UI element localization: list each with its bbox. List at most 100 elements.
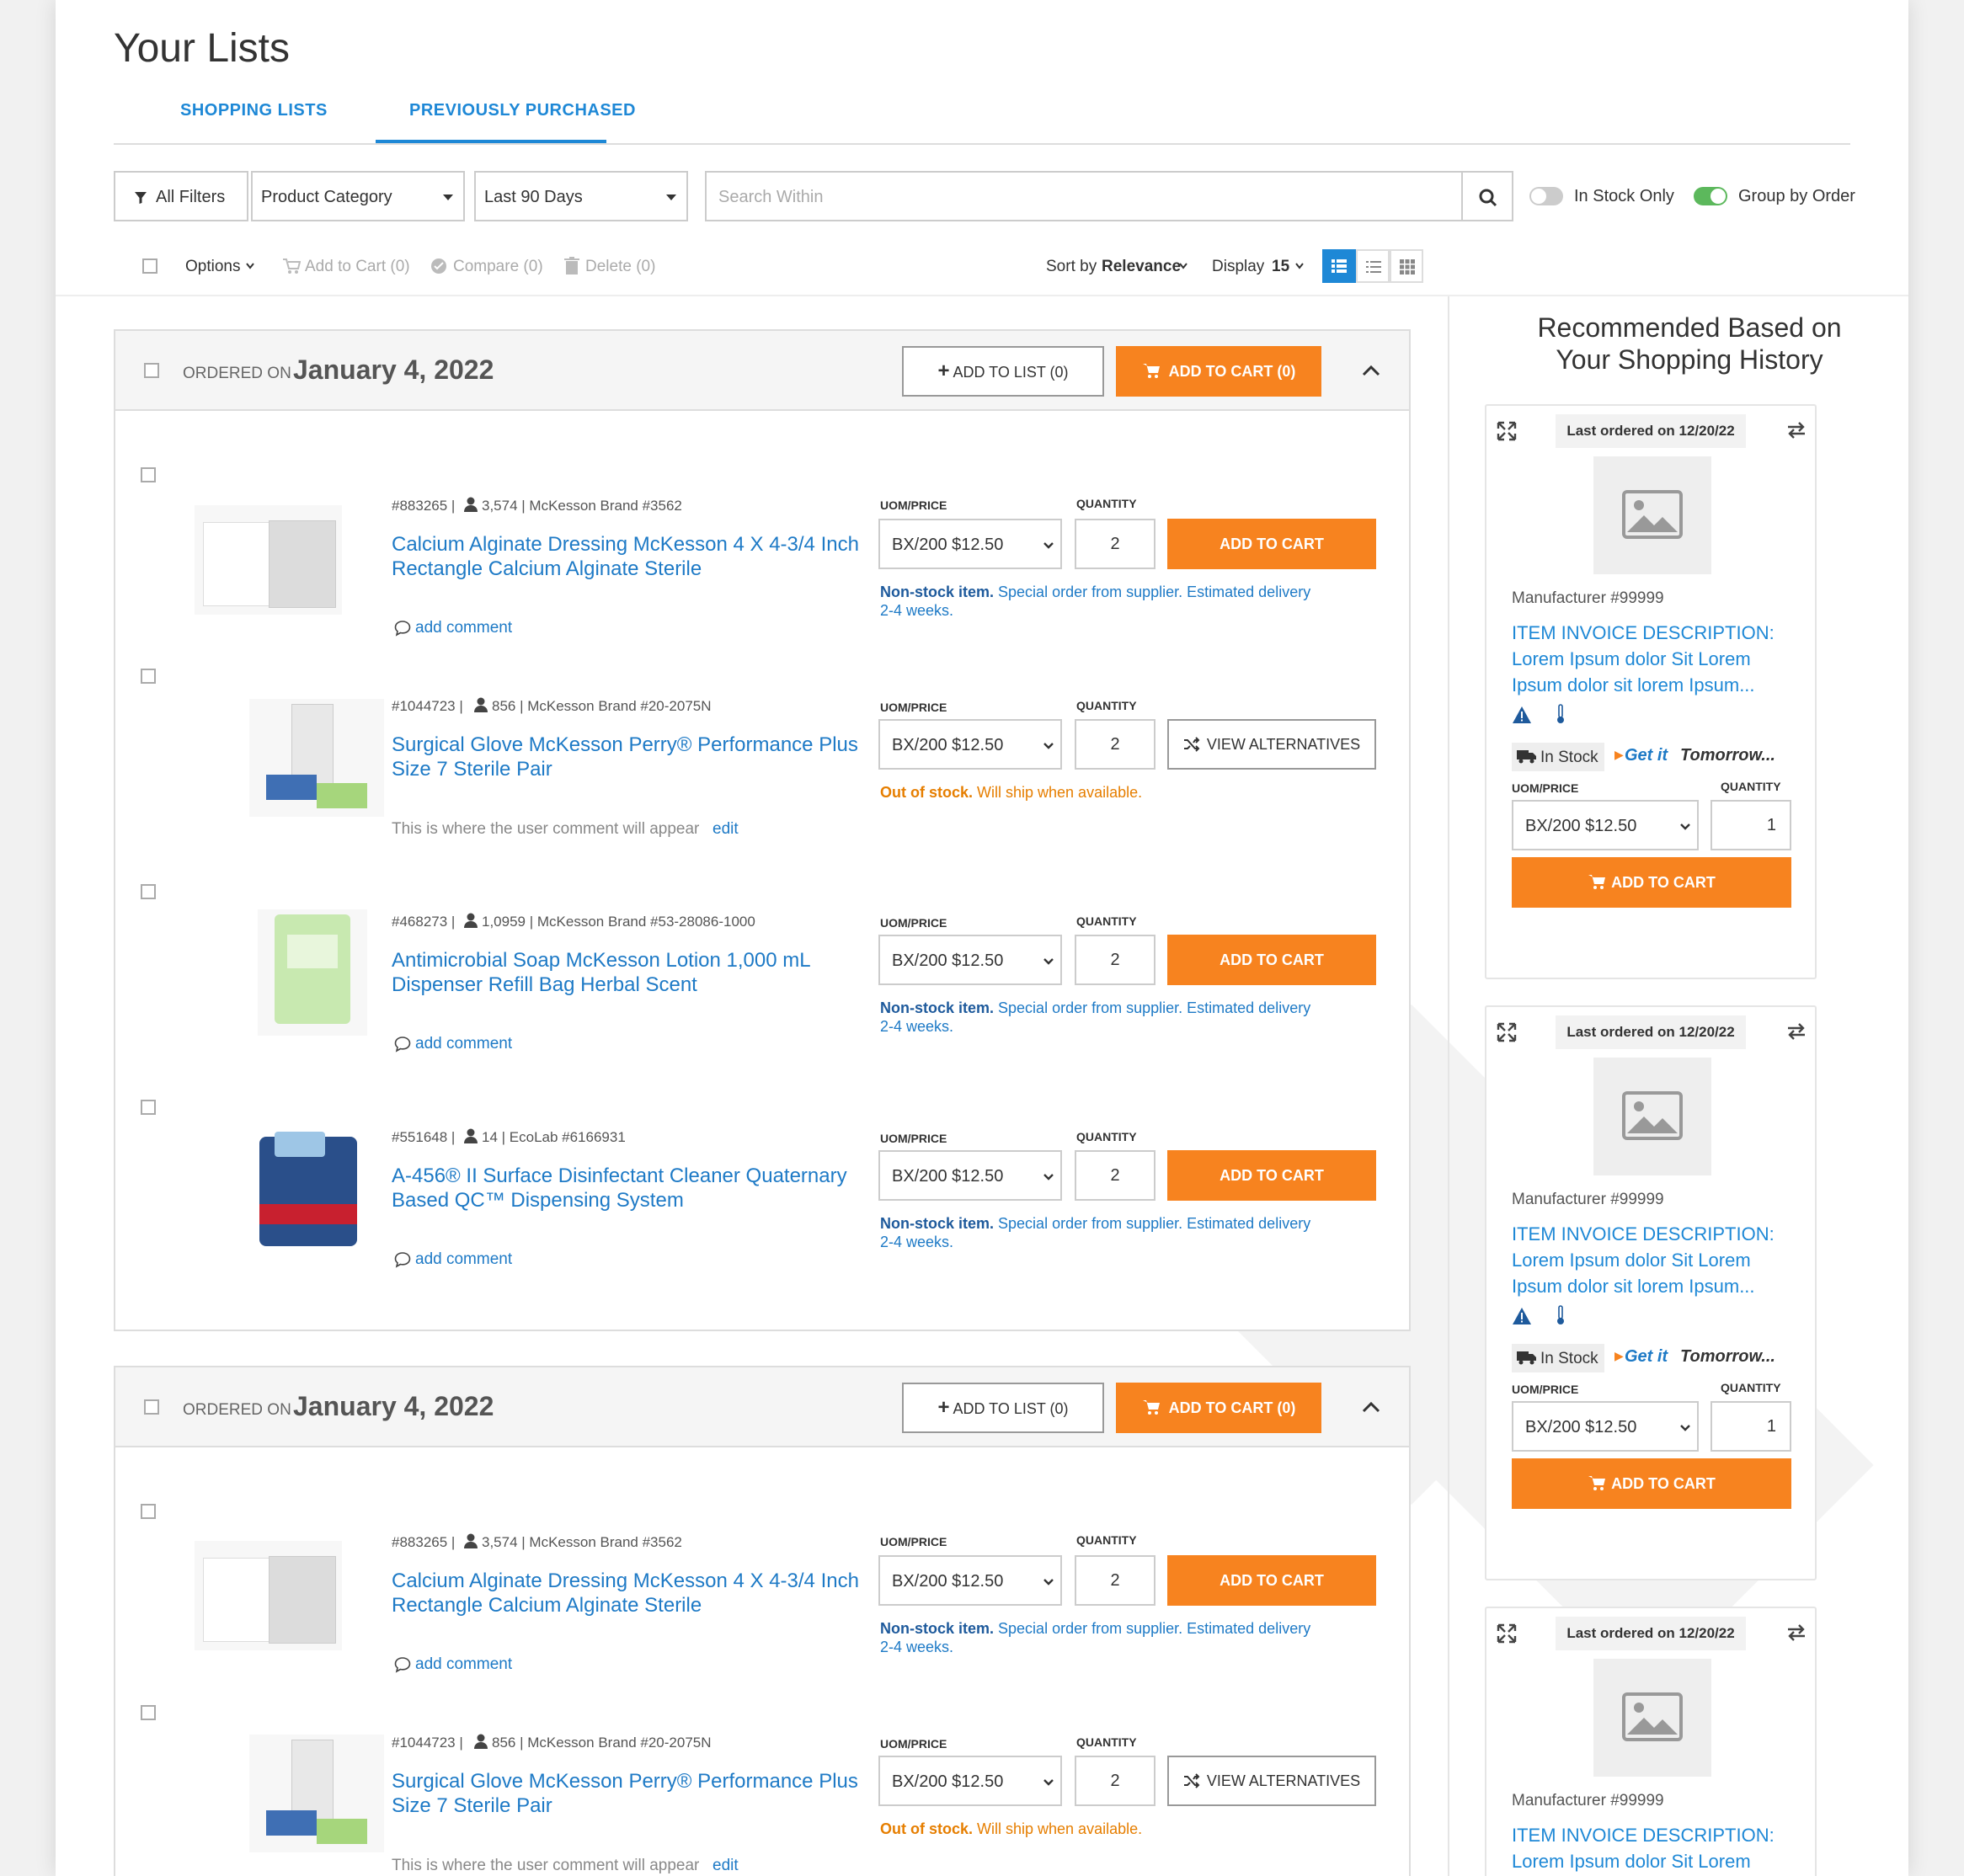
uom-select[interactable]: BX/200 $12.50 bbox=[878, 1555, 1062, 1606]
add-to-cart-button[interactable]: ADD TO CART bbox=[1512, 1458, 1791, 1509]
quantity-input[interactable]: 1 bbox=[1710, 1401, 1791, 1452]
product-image-placeholder[interactable] bbox=[1593, 456, 1711, 574]
item-checkbox[interactable] bbox=[141, 884, 156, 899]
quantity-input[interactable]: 1 bbox=[1710, 800, 1791, 850]
uom-select[interactable]: BX/200 $12.50 bbox=[878, 719, 1062, 770]
tab-previously-purchased[interactable]: PREVIOUSLY PURCHASED bbox=[409, 101, 636, 120]
item-invoice-description[interactable]: ITEM INVOICE DESCRIPTION: Lorem Ipsum do… bbox=[1512, 1822, 1775, 1874]
group-checkbox[interactable] bbox=[144, 363, 159, 378]
display-select[interactable]: 15 bbox=[1272, 258, 1289, 276]
swap-icon[interactable] bbox=[1786, 421, 1807, 440]
search-input[interactable]: Search Within bbox=[705, 171, 1466, 221]
uom-label: UOM/PRICE bbox=[880, 498, 947, 512]
product-name[interactable]: A-456® II Surface Disinfectant Cleaner Q… bbox=[392, 1164, 847, 1188]
add-comment-link[interactable]: add comment bbox=[415, 1655, 512, 1674]
quantity-input[interactable]: 2 bbox=[1075, 1150, 1155, 1201]
select-all-checkbox[interactable] bbox=[142, 258, 157, 274]
quantity-label: QUANTITY bbox=[1076, 497, 1137, 510]
uom-value: BX/200 $12.50 bbox=[1525, 817, 1637, 835]
group-add-to-cart-button[interactable]: ADD TO CART (0) bbox=[1116, 346, 1321, 397]
chevron-up-icon[interactable] bbox=[1362, 1401, 1380, 1413]
product-image-placeholder[interactable] bbox=[1593, 1659, 1711, 1777]
view-alternatives-button[interactable]: VIEW ALTERNATIVES bbox=[1167, 719, 1376, 770]
group-by-order-toggle[interactable] bbox=[1694, 187, 1727, 205]
quantity-input[interactable]: 2 bbox=[1075, 1756, 1155, 1806]
uom-select[interactable]: BX/200 $12.50 bbox=[878, 1756, 1062, 1806]
add-to-list-button[interactable]: + ADD TO LIST (0) bbox=[902, 346, 1104, 397]
quantity-label: QUANTITY bbox=[1076, 914, 1137, 928]
product-image-placeholder[interactable] bbox=[1593, 1058, 1711, 1175]
add-comment-link[interactable]: add comment bbox=[415, 1250, 512, 1269]
add-to-cart-button[interactable]: ADD TO CART bbox=[1167, 1555, 1376, 1606]
item-checkbox[interactable] bbox=[141, 1705, 156, 1720]
product-image[interactable] bbox=[249, 699, 384, 817]
product-image[interactable] bbox=[258, 909, 367, 1036]
product-name-line2[interactable]: Based QC™ Dispensing System bbox=[392, 1188, 684, 1212]
product-name[interactable]: Calcium Alginate Dressing McKesson 4 X 4… bbox=[392, 1569, 859, 1593]
edit-comment-link[interactable]: edit bbox=[712, 1857, 739, 1875]
expand-icon[interactable] bbox=[1497, 1623, 1517, 1644]
add-to-cart-button[interactable]: ADD TO CART bbox=[1512, 857, 1791, 908]
product-image[interactable] bbox=[249, 1735, 384, 1852]
date-range-select[interactable]: Last 90 Days bbox=[474, 171, 688, 221]
uom-select[interactable]: BX/200 $12.50 bbox=[1512, 1401, 1699, 1452]
product-name-line2[interactable]: Rectangle Calcium Alginate Sterile bbox=[392, 1593, 702, 1618]
add-to-cart-button[interactable]: ADD TO CART bbox=[1167, 935, 1376, 985]
expand-icon[interactable] bbox=[1497, 421, 1517, 441]
quantity-input[interactable]: 2 bbox=[1075, 719, 1155, 770]
quantity-input[interactable]: 2 bbox=[1075, 519, 1155, 569]
chevron-down-icon bbox=[1043, 1579, 1054, 1586]
item-checkbox[interactable] bbox=[141, 669, 156, 684]
add-comment-link[interactable]: add comment bbox=[415, 1035, 512, 1053]
product-name[interactable]: Calcium Alginate Dressing McKesson 4 X 4… bbox=[392, 532, 859, 557]
item-checkbox[interactable] bbox=[141, 467, 156, 482]
uom-select[interactable]: BX/200 $12.50 bbox=[878, 519, 1062, 569]
toolbar-delete[interactable]: Delete (0) bbox=[585, 258, 655, 276]
product-name-line2[interactable]: Dispenser Refill Bag Herbal Scent bbox=[392, 973, 697, 997]
uom-select[interactable]: BX/200 $12.50 bbox=[1512, 800, 1699, 850]
chevron-up-icon[interactable] bbox=[1362, 365, 1380, 376]
group-add-to-cart-button[interactable]: ADD TO CART (0) bbox=[1116, 1383, 1321, 1433]
product-image[interactable] bbox=[195, 1541, 342, 1650]
group-add-to-cart-label: ADD TO CART (0) bbox=[1168, 363, 1296, 380]
in-stock-text: In Stock bbox=[1540, 749, 1598, 766]
add-to-cart-button[interactable]: ADD TO CART bbox=[1167, 1150, 1376, 1201]
swap-icon[interactable] bbox=[1786, 1022, 1807, 1041]
product-name-line2[interactable]: Size 7 Sterile Pair bbox=[392, 1793, 552, 1818]
quantity-input[interactable]: 2 bbox=[1075, 1555, 1155, 1606]
product-name[interactable]: Surgical Glove McKesson Perry® Performan… bbox=[392, 733, 858, 757]
edit-comment-link[interactable]: edit bbox=[712, 820, 739, 839]
add-comment-link[interactable]: add comment bbox=[415, 619, 512, 637]
options-menu[interactable]: Options bbox=[185, 258, 240, 276]
all-filters-button[interactable]: All Filters bbox=[114, 171, 248, 221]
view-alternatives-button[interactable]: VIEW ALTERNATIVES bbox=[1167, 1756, 1376, 1806]
view-list-button[interactable] bbox=[1356, 249, 1390, 283]
item-invoice-description[interactable]: ITEM INVOICE DESCRIPTION: Lorem Ipsum do… bbox=[1512, 1221, 1775, 1299]
search-button[interactable] bbox=[1461, 171, 1513, 221]
swap-icon[interactable] bbox=[1786, 1623, 1807, 1642]
product-image[interactable] bbox=[195, 505, 342, 615]
toolbar-compare[interactable]: Compare (0) bbox=[453, 258, 543, 276]
item-invoice-description[interactable]: ITEM INVOICE DESCRIPTION: Lorem Ipsum do… bbox=[1512, 620, 1775, 698]
uom-select[interactable]: BX/200 $12.50 bbox=[878, 1150, 1062, 1201]
product-name[interactable]: Antimicrobial Soap McKesson Lotion 1,000… bbox=[392, 948, 811, 973]
toolbar-add-to-cart[interactable]: Add to Cart (0) bbox=[305, 258, 410, 276]
item-checkbox[interactable] bbox=[141, 1100, 156, 1115]
add-to-cart-button[interactable]: ADD TO CART bbox=[1167, 519, 1376, 569]
view-detail-button[interactable] bbox=[1322, 249, 1356, 283]
product-image[interactable] bbox=[249, 1128, 367, 1255]
tab-shopping-lists[interactable]: SHOPPING LISTS bbox=[180, 101, 328, 120]
quantity-input[interactable]: 2 bbox=[1075, 935, 1155, 985]
item-checkbox[interactable] bbox=[141, 1504, 156, 1519]
in-stock-toggle[interactable] bbox=[1529, 187, 1563, 205]
product-category-select[interactable]: Product Category bbox=[251, 171, 465, 221]
product-name-line2[interactable]: Rectangle Calcium Alginate Sterile bbox=[392, 557, 702, 581]
view-grid-button[interactable] bbox=[1390, 249, 1423, 283]
group-checkbox[interactable] bbox=[144, 1399, 159, 1415]
add-to-list-button[interactable]: + ADD TO LIST (0) bbox=[902, 1383, 1104, 1433]
sort-select[interactable]: Relevance bbox=[1102, 258, 1181, 276]
product-name-line2[interactable]: Size 7 Sterile Pair bbox=[392, 757, 552, 781]
uom-select[interactable]: BX/200 $12.50 bbox=[878, 935, 1062, 985]
expand-icon[interactable] bbox=[1497, 1022, 1517, 1042]
product-name[interactable]: Surgical Glove McKesson Perry® Performan… bbox=[392, 1769, 858, 1793]
